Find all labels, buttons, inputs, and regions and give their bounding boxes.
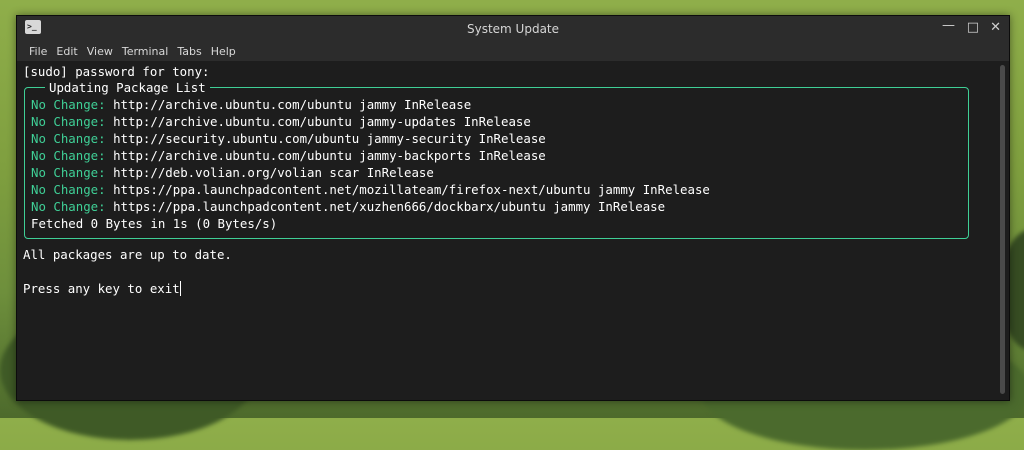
terminal-app-icon: >_ (25, 20, 41, 34)
list-item: No Change: http://deb.volian.org/volian … (31, 164, 434, 181)
terminal-output[interactable]: [sudo] password for tony: Updating Packa… (17, 61, 997, 400)
menu-tabs[interactable]: Tabs (174, 45, 207, 58)
minimize-icon[interactable]: — (942, 17, 955, 35)
fetched-summary: Fetched 0 Bytes in 1s (0 Bytes/s) (31, 216, 278, 231)
list-item: No Change: http://security.ubuntu.com/ub… (31, 130, 546, 147)
close-icon[interactable]: ✕ (990, 19, 1001, 37)
package-list-box: Updating Package List No Change: http://… (24, 79, 969, 239)
repo-entry: http://archive.ubuntu.com/ubuntu jammy I… (113, 97, 472, 112)
maximize-icon[interactable]: □ (967, 19, 979, 37)
vertical-scrollbar[interactable] (997, 61, 1009, 400)
status-label: No Change: (31, 165, 106, 180)
list-item: No Change: http://archive.ubuntu.com/ubu… (31, 96, 471, 113)
menu-terminal[interactable]: Terminal (119, 45, 175, 58)
menu-bar: File Edit View Terminal Tabs Help (17, 41, 1009, 61)
status-label: No Change: (31, 148, 106, 163)
menu-file[interactable]: File (26, 45, 53, 58)
exit-prompt-text: Press any key to exit (23, 281, 180, 296)
menu-help[interactable]: Help (208, 45, 242, 58)
result-line: All packages are up to date. (23, 247, 232, 262)
menu-view[interactable]: View (84, 45, 119, 58)
repo-entry: https://ppa.launchpadcontent.net/xuzhen6… (113, 199, 666, 214)
list-item: No Change: http://archive.ubuntu.com/ubu… (31, 147, 546, 164)
window-title: System Update (466, 21, 560, 36)
text-cursor (179, 281, 181, 296)
status-label: No Change: (31, 131, 106, 146)
scrollbar-thumb[interactable] (1000, 65, 1005, 394)
menu-edit[interactable]: Edit (53, 45, 83, 58)
box-title: Updating Package List (45, 79, 210, 96)
list-item: No Change: https://ppa.launchpadcontent.… (31, 198, 665, 215)
repo-entry: https://ppa.launchpadcontent.net/mozilla… (113, 182, 710, 197)
title-bar[interactable]: >_ System Update — □ ✕ (17, 16, 1009, 41)
terminal-window: >_ System Update — □ ✕ File Edit View Te… (16, 15, 1010, 401)
exit-prompt-line: Press any key to exit (23, 280, 181, 297)
repo-entry: http://archive.ubuntu.com/ubuntu jammy-u… (113, 114, 531, 129)
repo-entry: http://deb.volian.org/volian scar InRele… (113, 165, 434, 180)
repo-entry: http://security.ubuntu.com/ubuntu jammy-… (113, 131, 546, 146)
list-item: No Change: https://ppa.launchpadcontent.… (31, 181, 710, 198)
repo-entry: http://archive.ubuntu.com/ubuntu jammy-b… (113, 148, 546, 163)
status-label: No Change: (31, 114, 106, 129)
status-label: No Change: (31, 182, 106, 197)
sudo-prompt-line: [sudo] password for tony: (23, 64, 210, 79)
status-label: No Change: (31, 199, 106, 214)
list-item: No Change: http://archive.ubuntu.com/ubu… (31, 113, 531, 130)
status-label: No Change: (31, 97, 106, 112)
